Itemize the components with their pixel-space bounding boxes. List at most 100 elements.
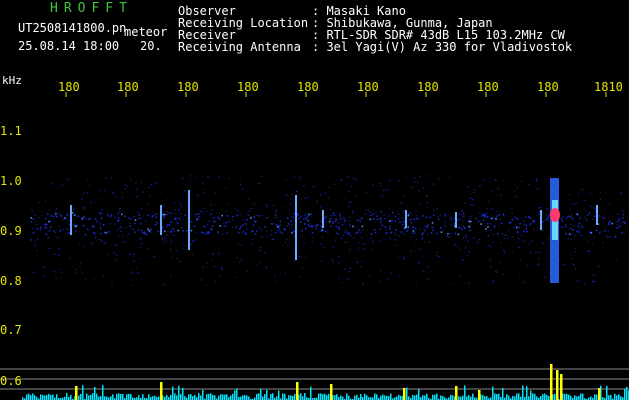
count-bar [48,393,50,400]
noise-speckle [539,206,542,208]
noise-speckle [367,209,370,211]
count-bar [594,394,596,400]
noise-speckle [394,239,397,241]
count-bar [300,393,302,400]
band-dot [83,216,85,218]
noise-speckle [235,276,238,279]
noise-speckle [515,187,518,189]
band-dot [390,231,392,234]
band-dot [151,215,153,218]
count-bar [326,395,328,400]
noise-speckle [124,188,126,190]
count-bar [148,394,150,400]
noise-speckle [31,227,34,229]
band-dot [66,228,69,230]
noise-speckle [101,212,103,214]
band-dot [30,217,32,219]
noise-speckle [147,186,150,188]
band-dot [516,217,519,220]
count-bar [492,386,494,400]
noise-speckle [292,216,294,218]
band-dot [157,230,159,233]
band-dot [283,228,285,230]
count-bar [104,396,106,400]
band-dot [48,220,50,223]
band-dot [137,229,140,231]
band-dot [74,230,77,232]
noise-speckle [426,227,429,229]
noise-speckle [580,224,582,226]
count-bar [56,394,58,400]
band-dot [450,218,453,221]
count-bar [174,393,176,400]
band-dot [155,216,157,219]
count-bar [86,393,88,400]
band-dot [253,224,255,227]
noise-speckle [349,185,352,187]
noise-speckle [620,222,622,224]
noise-speckle [276,217,278,219]
count-bar [182,387,184,400]
band-dot [213,217,215,219]
count-bar [230,395,232,400]
band-dot [609,220,611,223]
noise-speckle [226,232,228,234]
count-bar [220,394,222,400]
noise-speckle [521,180,523,182]
noise-speckle [112,192,114,194]
noise-speckle [461,211,464,213]
noise-speckle [304,215,306,217]
time-tick: 180 [297,80,319,94]
band-dot [426,225,428,228]
noise-speckle [492,241,495,244]
band-dot [154,224,157,226]
noise-speckle [575,202,577,204]
noise-speckle [179,219,181,221]
count-bar [340,395,342,400]
noise-speckle [148,195,151,197]
noise-speckle [167,207,169,209]
noise-speckle [298,177,301,179]
band-dot [457,233,460,236]
count-bar [96,393,98,400]
band-dot [564,225,567,228]
noise-speckle [583,283,586,285]
noise-speckle [421,238,424,240]
noise-speckle [588,193,591,195]
count-spike [330,384,333,400]
band-dot [307,224,310,226]
band-dot [145,233,148,236]
noise-speckle [210,258,213,260]
noise-speckle [593,236,595,238]
count-spike [550,364,553,400]
time-tick: 180 [58,80,80,94]
band-dot [134,222,136,225]
band-dot [430,232,433,234]
count-bar [320,393,322,400]
noise-speckle [323,247,326,249]
noise-speckle [265,266,267,268]
noise-speckle [468,282,470,284]
noise-speckle [397,213,400,215]
noise-speckle [321,236,324,238]
band-dot [303,218,305,220]
noise-speckle [138,238,141,240]
noise-speckle [139,258,142,260]
count-bar [590,396,592,400]
noise-speckle [173,230,175,232]
band-dot [487,226,489,228]
noise-speckle [338,277,340,279]
band-dot [240,225,242,228]
noise-speckle [460,248,462,250]
noise-speckle [250,207,252,210]
noise-speckle [502,180,505,182]
noise-speckle [599,198,602,200]
count-bar [426,393,428,400]
noise-speckle [519,274,521,276]
noise-speckle [80,262,82,264]
noise-speckle [190,243,192,246]
noise-speckle [174,209,177,211]
band-dot [604,229,606,232]
noise-speckle [486,208,489,210]
band-dot [576,230,578,233]
